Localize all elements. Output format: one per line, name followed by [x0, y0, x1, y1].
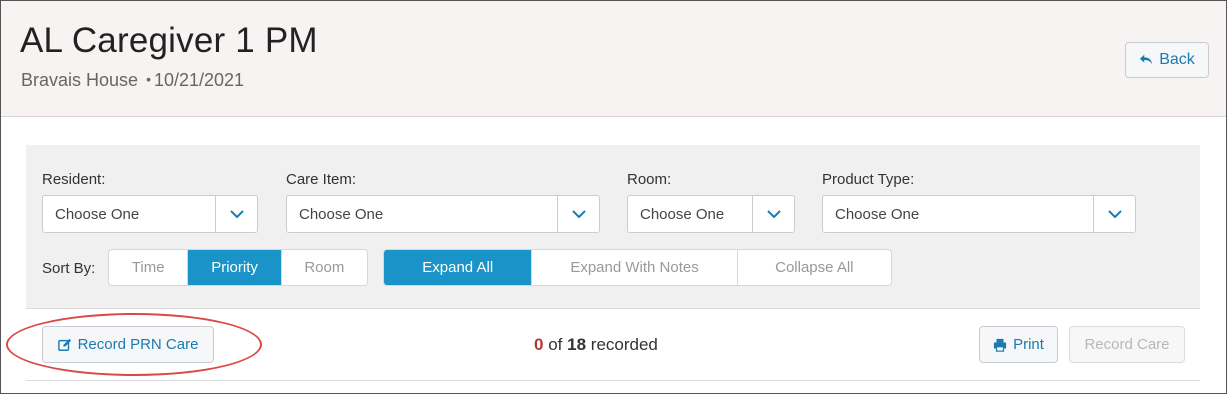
printer-icon: [993, 338, 1007, 352]
back-arrow-icon: [1140, 54, 1153, 65]
resident-select-value: Choose One: [55, 205, 140, 223]
sort-option-time[interactable]: Time: [109, 250, 189, 285]
expand-with-notes-option[interactable]: Expand With Notes: [532, 250, 738, 285]
total-count-value: 18: [567, 335, 587, 354]
chevron-down-icon: [557, 196, 599, 232]
care-item-label: Care Item:: [286, 171, 357, 188]
chevron-down-icon: [752, 196, 794, 232]
page-subtitle: Bravais House • 10/21/2021: [21, 70, 244, 91]
collapse-all-option[interactable]: Collapse All: [738, 250, 891, 285]
panel-divider: [26, 308, 1200, 309]
page-title: AL Caregiver 1 PM: [20, 21, 318, 60]
expand-all-option[interactable]: Expand All: [384, 250, 533, 285]
product-type-label: Product Type:: [822, 171, 915, 188]
sort-by-label: Sort By:: [42, 260, 96, 277]
resident-label: Resident:: [42, 171, 106, 188]
chevron-down-icon: [215, 196, 257, 232]
resident-select[interactable]: Choose One: [42, 195, 258, 233]
room-select[interactable]: Choose One: [627, 195, 795, 233]
recorded-count: 0 of 18 recorded: [534, 335, 658, 355]
shift-date: 10/21/2021: [153, 70, 245, 90]
product-type-select-value: Choose One: [835, 205, 920, 223]
record-care-button[interactable]: Record Care: [1069, 326, 1185, 363]
care-item-select[interactable]: Choose One: [286, 195, 600, 233]
sort-option-room[interactable]: Room: [282, 250, 367, 285]
print-button[interactable]: Print: [979, 326, 1058, 363]
page-header: AL Caregiver 1 PM Bravais House • 10/21/20…: [1, 1, 1226, 117]
highlight-annotation: [6, 313, 262, 376]
sort-option-priority[interactable]: Priority: [188, 250, 282, 285]
back-button[interactable]: Back: [1125, 42, 1209, 78]
recorded-count-value: 0: [534, 335, 544, 354]
chevron-down-icon: [1093, 196, 1135, 232]
content-divider: [26, 380, 1200, 381]
expand-toggle: Expand All Expand With Notes Collapse Al…: [383, 249, 892, 286]
sort-by-toggle: Time Priority Room: [108, 249, 368, 286]
back-button-label: Back: [1159, 51, 1195, 68]
recorded-suffix-text: recorded: [590, 335, 658, 354]
room-select-value: Choose One: [640, 205, 725, 223]
product-type-select[interactable]: Choose One: [822, 195, 1136, 233]
room-label: Room:: [627, 171, 672, 188]
print-button-label: Print: [1013, 336, 1044, 353]
recorded-of-text: of: [548, 335, 563, 354]
care-item-select-value: Choose One: [299, 205, 384, 223]
facility-name: Bravais House: [21, 70, 139, 90]
subtitle-separator: •: [146, 71, 151, 87]
